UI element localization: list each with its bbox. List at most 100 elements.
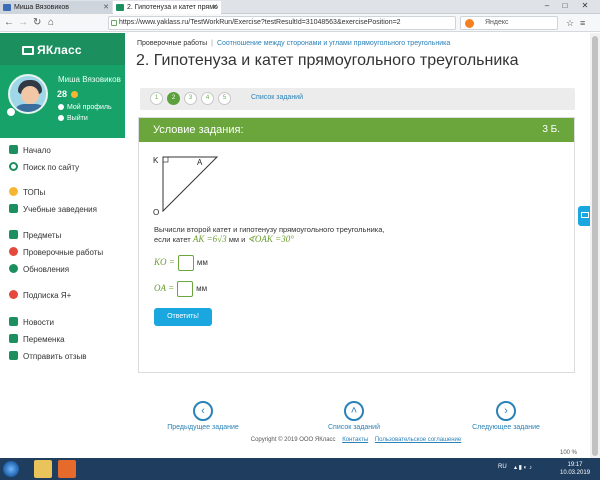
page-footer: Copyright © 2019 ООО ЯКласс Контакты Пол… [250,437,462,443]
star-icon [9,187,18,196]
question-2-button[interactable]: 2 [167,92,180,105]
sidebar-item-schools[interactable]: Учебные заведения [9,203,97,217]
forward-icon[interactable]: → [18,17,28,29]
task-card: Условие задания: 3 Б. K A O Вычисли втор… [138,117,575,373]
explorer-icon[interactable] [34,460,52,478]
books-icon [9,230,18,239]
browser-tab-bar: Миша Вязовиков ✕ 2. Гипотенуза и катет п… [0,0,600,14]
sidebar-item-subscription[interactable]: Подписка Я+ [9,289,71,303]
close-window-icon[interactable]: ✕ [578,0,592,13]
home-icon [9,145,18,154]
task-condition-title: Условие задания: [153,124,244,136]
chat-icon [9,351,18,360]
browser-taskbar-icon[interactable] [58,460,76,478]
user-points: 28 [57,89,78,99]
url-field[interactable]: https://www.yaklass.ru/TestWorkRun/Exerc… [108,16,456,30]
breadcrumb-current[interactable]: Соотношение между сторонами и углами пря… [217,40,450,47]
megaphone-icon [9,317,18,326]
submit-answer-button[interactable]: Ответить! [154,308,212,326]
school-icon [9,204,18,213]
sidebar-item-tops[interactable]: ТОПы [9,186,45,200]
answer-oa-row: OA = мм [154,281,207,297]
page-scrollbar[interactable] [590,33,600,458]
leg-ak-value: AK =6√3 [192,234,227,244]
contacts-link[interactable]: Контакты [342,437,368,443]
close-tab-icon[interactable]: ✕ [212,1,218,14]
question-4-button[interactable]: 4 [201,92,214,105]
reload-icon[interactable]: ↻ [33,17,41,29]
refresh-icon [9,264,18,273]
user-icon [58,104,64,110]
system-clock[interactable]: 19:17 10.03.2019 [560,461,590,477]
question-3-button[interactable]: 3 [184,92,197,105]
sidebar-item-updates[interactable]: Обновления [9,263,69,277]
test-icon [9,247,18,256]
windows-taskbar: RU ▴ ▮ ◐ ♪ 19:17 10.03.2019 [0,458,600,480]
answer-ko-row: KO = мм [154,255,208,271]
task-points: 3 Б. [542,124,560,135]
yaklass-favicon-icon [116,4,124,11]
prev-task-nav[interactable]: ‹ Предыдущее задание [148,401,258,431]
book-icon [22,46,34,55]
close-tab-icon[interactable]: ✕ [103,1,109,14]
question-navigator: 1 2 3 4 5 Список заданий [140,88,575,110]
browser-tab-exercise[interactable]: 2. Гипотенуза и катет прямо ✕ [113,1,221,14]
browser-address-bar: ← → ↻ ⌂ https://www.yaklass.ru/TestWorkR… [0,14,600,32]
yandex-search-field[interactable]: Яндекс [460,16,558,30]
back-icon[interactable]: ← [4,17,14,29]
language-indicator[interactable]: RU [498,464,507,470]
angle-oak-value: ∢OAK =30° [247,234,294,244]
gamepad-icon [9,334,18,343]
scrollbar-thumb[interactable] [592,36,598,456]
brand-bar: ЯКласс [0,33,125,65]
vk-favicon-icon [3,4,11,11]
logout-link[interactable]: Выйти [58,115,88,122]
zoom-level: 100 % [560,450,578,456]
answer-ko-input[interactable] [177,255,194,271]
vertex-o-label: O [153,208,159,217]
sidebar-item-news[interactable]: Новости [9,316,54,330]
maximize-icon[interactable]: □ [558,0,572,13]
chevron-up-icon: ˄ [344,401,364,421]
question-1-button[interactable]: 1 [150,92,163,105]
browser-tab-profile[interactable]: Миша Вязовиков ✕ [0,1,112,14]
my-profile-link[interactable]: Мой профиль [58,104,112,111]
sidebar-item-break[interactable]: Переменка [9,333,65,347]
answer-oa-input[interactable] [177,281,194,297]
question-list-link[interactable]: Список заданий [251,94,303,101]
sidebar-item-tests[interactable]: Проверочные работы [9,246,103,260]
sidebar-item-search[interactable]: Поиск по сайту [9,161,79,175]
home-icon[interactable]: ⌂ [48,17,54,29]
start-button[interactable] [3,461,19,477]
triangle-figure: K A O [153,156,219,217]
question-5-button[interactable]: 5 [218,92,231,105]
page-title: 2. Гипотенуза и катет прямоугольного тре… [136,52,519,69]
sidebar-item-home[interactable]: Начало [9,144,51,158]
vertex-k-label: K [153,156,159,165]
sidebar: ЯКласс Миша Вязовиков 28 Мой профиль Вый… [0,33,125,458]
task-text-line2: если катет AK =6√3 мм и ∢OAK =30° [154,234,294,244]
lock-icon [111,20,117,26]
favorites-star-icon[interactable]: ☆ [566,17,574,29]
next-task-nav[interactable]: › Следующее задание [451,401,561,431]
vertex-a-label: A [197,158,203,167]
main-content: Проверочные работы | Соотношение между сто… [125,33,587,458]
mail-icon [581,212,589,218]
avatar-settings-icon[interactable] [6,107,16,117]
sidebar-item-subjects[interactable]: Предметы [9,229,61,243]
sidebar-item-feedback[interactable]: Отправить отзыв [9,350,87,364]
browser-menu-icon[interactable]: ≡ [580,17,585,29]
task-list-nav[interactable]: ˄ Список заданий [299,401,409,431]
minimize-icon[interactable]: ‒ [540,0,554,13]
user-panel: Миша Вязовиков 28 Мой профиль Выйти [0,65,125,138]
task-text-line1: Вычисли второй катет и гипотенузу прямоу… [154,225,385,234]
yaklass-logo[interactable]: ЯКласс [22,43,82,57]
chevron-right-icon: › [496,401,516,421]
logout-icon [58,115,64,121]
tray-icons[interactable]: ▴ ▮ ◐ ♪ [514,464,532,471]
chevron-left-icon: ‹ [193,401,213,421]
breadcrumb-root[interactable]: Проверочные работы [137,40,207,47]
user-agreement-link[interactable]: Пользовательское соглашение [375,437,461,443]
coin-icon [70,91,78,98]
yandex-icon [465,19,474,28]
